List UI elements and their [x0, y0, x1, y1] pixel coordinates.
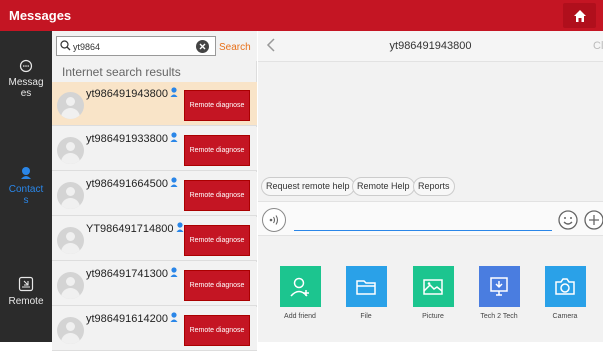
tools-panel: Add friend File Picture Tech 2 Tech Came… — [258, 236, 603, 342]
folder-icon — [345, 266, 387, 307]
sidebar-item-messages[interactable]: Messages — [0, 59, 52, 99]
page-title: Messages — [9, 8, 72, 23]
remote-diagnose-button[interactable]: Remote diagnose — [184, 270, 250, 301]
contact-name: yt986491664500 — [86, 178, 168, 190]
person-badge-icon — [170, 87, 178, 97]
person-badge-icon — [170, 177, 178, 187]
tool-tech-2-tech[interactable]: Tech 2 Tech — [469, 266, 529, 320]
avatar — [57, 92, 84, 119]
chat-peer-name: yt986491943800 — [389, 40, 472, 52]
contact-name: yt986491741300 — [86, 268, 168, 280]
section-title: Internet search results — [62, 65, 181, 79]
avatar — [57, 137, 84, 164]
contact-list-pane: Search Internet search results yt9864919… — [52, 31, 257, 351]
message-input[interactable] — [294, 213, 552, 231]
list-item[interactable]: yt986491933800 Remote diagnose — [52, 127, 257, 171]
chat-header: yt986491943800 Clear — [258, 31, 603, 62]
clear-button[interactable]: Clear — [593, 40, 603, 52]
chat-bubble-icon — [19, 59, 33, 73]
contact-person-icon — [21, 167, 31, 179]
home-button[interactable] — [563, 3, 596, 28]
quick-reply-row: Request remote help Remote Help Reports — [258, 175, 603, 200]
list-item[interactable]: yt986491664500 Remote diagnose — [52, 172, 257, 216]
list-item[interactable]: yt986491741300 Remote diagnose — [52, 262, 257, 306]
avatar — [57, 272, 84, 299]
sidebar: Messages Contacts Remote — [0, 31, 52, 342]
search-input[interactable] — [73, 39, 185, 54]
remote-diagnose-button[interactable]: Remote diagnose — [184, 135, 250, 166]
home-icon — [573, 9, 586, 22]
remote-diagnose-button[interactable]: Remote diagnose — [184, 225, 250, 256]
chat-pane: yt986491943800 Clear Request remote help… — [258, 31, 603, 342]
contact-name: YT986491714800 — [86, 223, 174, 235]
tool-label: Add friend — [284, 313, 316, 320]
emoji-button-icon[interactable] — [556, 208, 580, 232]
list-item[interactable]: yt986491614200 Remote diagnose — [52, 307, 257, 351]
quick-reply-reports[interactable]: Reports — [413, 177, 455, 196]
plus-button-icon[interactable] — [582, 208, 603, 232]
sidebar-item-label: Remote — [8, 296, 44, 307]
tool-label: Tech 2 Tech — [480, 313, 518, 320]
tool-label: File — [360, 313, 372, 320]
search-button[interactable]: Search — [219, 42, 251, 53]
tool-camera[interactable]: Camera — [535, 266, 595, 320]
top-bar: Messages — [0, 0, 603, 31]
remote-screen-icon — [18, 276, 34, 292]
message-input-row — [258, 201, 603, 236]
voice-button[interactable] — [262, 208, 286, 232]
picture-icon — [412, 266, 454, 307]
sidebar-item-contacts[interactable]: Contacts — [0, 166, 52, 206]
clear-search-button[interactable] — [196, 40, 209, 53]
contact-name: yt986491614200 — [86, 313, 168, 325]
search-row: Search — [52, 31, 257, 61]
tool-file[interactable]: File — [336, 266, 396, 320]
sidebar-item-label: Contacts — [8, 184, 44, 206]
close-icon — [199, 43, 206, 50]
avatar — [57, 227, 84, 254]
voice-icon — [269, 215, 279, 225]
list-item[interactable]: YT986491714800 Remote diagnose — [52, 217, 257, 261]
camera-icon — [544, 266, 586, 307]
tool-picture[interactable]: Picture — [403, 266, 463, 320]
contact-name: yt986491943800 — [86, 88, 168, 100]
quick-reply-request-remote-help[interactable]: Request remote help — [261, 177, 355, 196]
search-icon — [60, 40, 71, 51]
remote-diagnose-button[interactable]: Remote diagnose — [184, 90, 250, 121]
contact-name: yt986491933800 — [86, 133, 168, 145]
list-item[interactable]: yt986491943800 Remote diagnose — [52, 82, 257, 126]
search-box[interactable] — [56, 36, 216, 56]
tool-label: Picture — [422, 313, 444, 320]
person-badge-icon — [170, 132, 178, 142]
avatar — [57, 317, 84, 344]
tech-monitor-icon — [478, 266, 520, 307]
person-badge-icon — [170, 267, 178, 277]
add-friend-icon — [279, 266, 321, 307]
tool-add-friend[interactable]: Add friend — [270, 266, 330, 320]
tool-label: Camera — [552, 313, 578, 320]
quick-reply-remote-help[interactable]: Remote Help — [352, 177, 415, 196]
sidebar-item-label: Messages — [8, 77, 44, 99]
person-badge-icon — [170, 312, 178, 322]
remote-diagnose-button[interactable]: Remote diagnose — [184, 315, 250, 346]
remote-diagnose-button[interactable]: Remote diagnose — [184, 180, 250, 211]
sidebar-item-remote[interactable]: Remote — [0, 276, 52, 307]
person-badge-icon — [176, 222, 184, 232]
avatar — [57, 182, 84, 209]
